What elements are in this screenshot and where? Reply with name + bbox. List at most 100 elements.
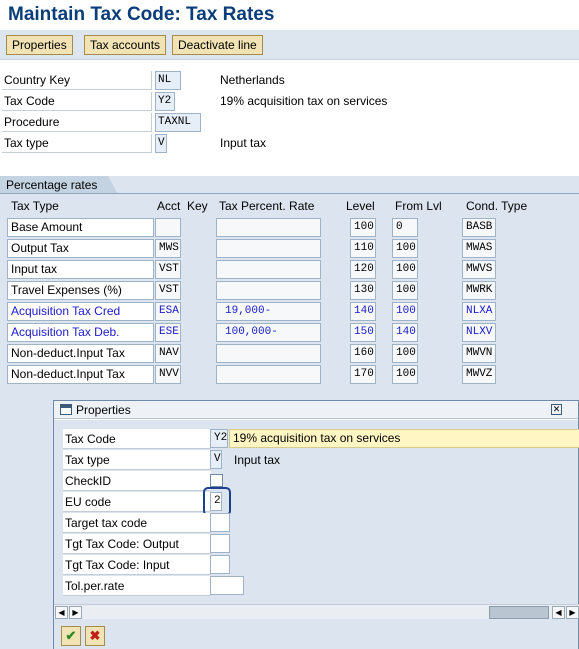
col-header-cond-type: Cond. Type	[466, 199, 528, 213]
row-rate[interactable]: 100,000-	[216, 323, 321, 342]
row-tax-type: Output Tax	[7, 239, 154, 258]
row-acct-key[interactable]: VST	[155, 260, 181, 279]
dialog-tax-code-field[interactable]: Y2	[210, 429, 228, 448]
close-icon[interactable]: ✕	[551, 404, 562, 415]
col-header-rate: Tax Percent. Rate	[219, 199, 315, 213]
tax-type-description: Input tax	[220, 136, 267, 150]
row-acct-key[interactable]: NVV	[155, 365, 181, 384]
row-from-lvl[interactable]: 100	[392, 365, 418, 384]
dialog-titlebar: Properties ✕	[54, 401, 578, 419]
col-header-tax-type: Tax Type	[11, 199, 59, 213]
dialog-tax-code-description: 19% acquisition tax on services	[229, 429, 579, 448]
row-tax-type: Travel Expenses (%)	[7, 281, 154, 300]
row-level[interactable]: 160	[350, 344, 376, 363]
row-acct-key[interactable]: MWS	[155, 239, 181, 258]
row-from-lvl[interactable]: 100	[392, 239, 418, 258]
row-from-lvl[interactable]: 100	[392, 260, 418, 279]
row-level[interactable]: 100	[350, 218, 376, 237]
row-cond-type[interactable]: NLXV	[462, 323, 496, 342]
row-rate[interactable]	[216, 218, 321, 237]
eu-code-label: EU code	[63, 492, 211, 512]
window-icon	[60, 404, 72, 415]
horizontal-scrollbar[interactable]: ◀ ▶ ◀ ▶	[54, 604, 579, 619]
tax-code-description: 19% acquisition tax on services	[220, 94, 388, 108]
tax-code-field[interactable]: Y2	[155, 92, 175, 111]
properties-dialog: Properties ✕ Tax Code Y2 19% acquisition…	[53, 400, 579, 649]
check-icon[interactable]: ✔	[61, 626, 81, 646]
row-level[interactable]: 170	[350, 365, 376, 384]
cancel-icon[interactable]: ✖	[85, 626, 105, 646]
tgt-output-label: Tgt Tax Code: Output	[63, 534, 211, 554]
row-cond-type[interactable]: MWRK	[462, 281, 496, 300]
target-tax-code-field[interactable]	[210, 513, 230, 532]
row-cond-type[interactable]: MWVS	[462, 260, 496, 279]
scroll-right-end-icon[interactable]: ▶	[566, 606, 579, 619]
row-from-lvl[interactable]: 100	[392, 281, 418, 300]
tgt-input-field[interactable]	[210, 555, 230, 574]
row-rate[interactable]	[216, 239, 321, 258]
check-id-label: CheckID	[63, 471, 211, 491]
row-rate[interactable]	[216, 260, 321, 279]
row-rate[interactable]	[216, 344, 321, 363]
row-acct-key[interactable]	[155, 218, 181, 237]
row-cond-type[interactable]: BASB	[462, 218, 496, 237]
target-tax-code-label: Target tax code	[63, 513, 211, 533]
row-tax-type: Non-deduct.Input Tax	[7, 344, 154, 363]
row-from-lvl[interactable]: 0	[392, 218, 418, 237]
row-rate[interactable]	[216, 281, 321, 300]
row-rate[interactable]: 19,000-	[216, 302, 321, 321]
row-from-lvl[interactable]: 140	[392, 323, 418, 342]
row-cond-type[interactable]: NLXA	[462, 302, 496, 321]
dialog-tax-type-field[interactable]: V	[210, 450, 222, 469]
row-acct-key[interactable]: ESE	[155, 323, 181, 342]
row-acct-key[interactable]: NAV	[155, 344, 181, 363]
row-level[interactable]: 110	[350, 239, 376, 258]
scroll-left-icon[interactable]: ◀	[55, 606, 68, 619]
scroll-left-end-icon[interactable]: ◀	[552, 606, 565, 619]
row-tax-type: Acquisition Tax Deb.	[7, 323, 154, 342]
eu-code-field[interactable]: 2	[210, 492, 222, 511]
tol-per-rate-field[interactable]	[210, 576, 244, 595]
tol-per-rate-label: Tol.per.rate	[63, 576, 211, 596]
dialog-tax-code-label: Tax Code	[63, 429, 211, 449]
scroll-right-icon[interactable]: ▶	[69, 606, 82, 619]
tax-type-label: Tax type	[2, 134, 152, 153]
row-level[interactable]: 120	[350, 260, 376, 279]
tgt-input-label: Tgt Tax Code: Input	[63, 555, 211, 575]
row-tax-type: Input tax	[7, 260, 154, 279]
tab-percentage-rates[interactable]: Percentage rates	[0, 176, 118, 194]
properties-button[interactable]: Properties	[6, 35, 73, 55]
row-tax-type: Non-deduct.Input Tax	[7, 365, 154, 384]
tax-type-field[interactable]: V	[155, 134, 167, 153]
deactivate-line-button[interactable]: Deactivate line	[172, 35, 263, 55]
row-level[interactable]: 150	[350, 323, 376, 342]
row-level[interactable]: 140	[350, 302, 376, 321]
row-cond-type[interactable]: MWVZ	[462, 365, 496, 384]
tab-percentage-rates-label: Percentage rates	[6, 178, 98, 192]
row-from-lvl[interactable]: 100	[392, 344, 418, 363]
col-header-acct-key: Acct Key	[157, 199, 208, 213]
country-key-field[interactable]: NL	[155, 71, 181, 90]
row-level[interactable]: 130	[350, 281, 376, 300]
row-acct-key[interactable]: VST	[155, 281, 181, 300]
row-cond-type[interactable]: MWAS	[462, 239, 496, 258]
country-key-label: Country Key	[2, 71, 152, 90]
row-tax-type: Acquisition Tax Cred	[7, 302, 154, 321]
row-acct-key[interactable]: ESA	[155, 302, 181, 321]
tax-accounts-button[interactable]: Tax accounts	[84, 35, 167, 55]
row-cond-type[interactable]: MWVN	[462, 344, 496, 363]
check-id-checkbox[interactable]	[210, 474, 223, 487]
dialog-title: Properties	[76, 403, 131, 417]
tgt-output-field[interactable]	[210, 534, 230, 553]
page-title: Maintain Tax Code: Tax Rates	[8, 4, 275, 25]
dialog-tax-type-label: Tax type	[63, 450, 211, 470]
procedure-label: Procedure	[2, 113, 152, 132]
application-toolbar: Properties Tax accounts Deactivate line	[0, 30, 579, 60]
scroll-thumb[interactable]	[489, 606, 549, 619]
row-rate[interactable]	[216, 365, 321, 384]
dialog-body: Tax Code Y2 19% acquisition tax on servi…	[54, 420, 579, 649]
dialog-tax-type-description: Input tax	[234, 453, 281, 467]
row-from-lvl[interactable]: 100	[392, 302, 418, 321]
procedure-field[interactable]: TAXNL	[155, 113, 201, 132]
col-header-level: Level	[346, 199, 375, 213]
